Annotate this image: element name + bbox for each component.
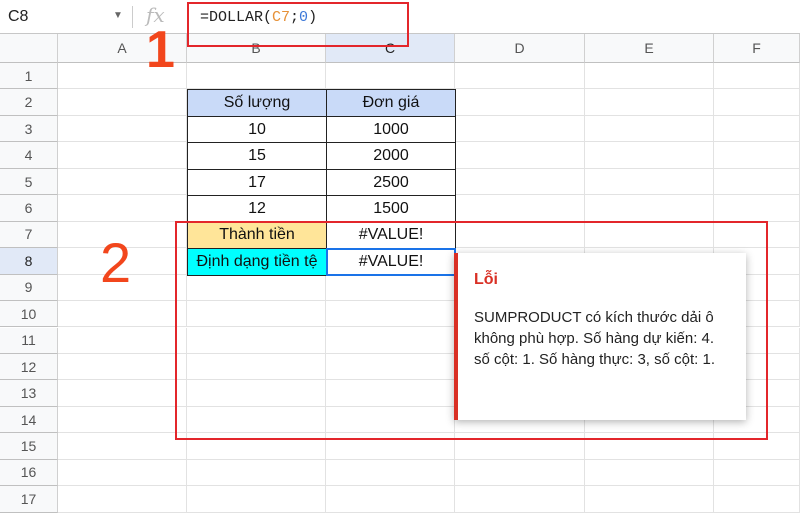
annotation-number-2: 2 [100, 231, 132, 294]
cell[interactable] [714, 168, 800, 196]
cell[interactable] [58, 195, 187, 222]
column-header-D[interactable]: D [455, 34, 585, 63]
cell[interactable] [714, 89, 800, 116]
row-header-4[interactable]: 4 [0, 142, 58, 169]
cell[interactable] [585, 115, 714, 143]
row-header-12[interactable]: 12 [0, 353, 58, 381]
row-header-9[interactable]: 9 [0, 274, 58, 302]
cell[interactable] [714, 115, 800, 143]
cell[interactable] [455, 142, 585, 169]
annotation-box-1 [187, 2, 409, 47]
row-header-8[interactable]: 8 [0, 248, 58, 275]
annotation-number-1: 1 [146, 21, 175, 79]
cell[interactable] [714, 195, 800, 222]
quantity-cell[interactable]: 15 [187, 142, 327, 170]
cell[interactable] [455, 63, 585, 90]
cell[interactable] [714, 486, 800, 513]
cell[interactable] [585, 142, 714, 169]
price-cell[interactable]: 1000 [326, 115, 456, 144]
row-header-11[interactable]: 11 [0, 327, 58, 354]
row-header-1[interactable]: 1 [0, 63, 58, 90]
cell[interactable] [326, 63, 455, 90]
column-header-E[interactable]: E [585, 34, 714, 63]
cell[interactable] [455, 486, 585, 513]
cell[interactable] [58, 433, 187, 460]
cell[interactable] [455, 195, 585, 222]
row-header-3[interactable]: 3 [0, 115, 58, 143]
header-cell-quantity[interactable]: Số lượng [187, 89, 327, 117]
error-tooltip: Lỗi SUMPRODUCT có kích thước dải ô không… [454, 253, 746, 420]
cell[interactable] [58, 142, 187, 169]
cell[interactable] [585, 168, 714, 196]
row-header-16[interactable]: 16 [0, 459, 58, 487]
error-title: Lỗi [474, 271, 498, 288]
cell[interactable] [58, 168, 187, 196]
row-header-13[interactable]: 13 [0, 380, 58, 407]
cell[interactable] [58, 380, 187, 407]
row-header-6[interactable]: 6 [0, 195, 58, 222]
column-header-F[interactable]: F [714, 34, 800, 63]
cell[interactable] [326, 459, 455, 487]
cell[interactable] [58, 301, 187, 328]
cell[interactable] [714, 459, 800, 487]
cell[interactable] [58, 89, 187, 116]
cell[interactable] [187, 63, 326, 90]
quantity-cell[interactable]: 17 [187, 168, 327, 197]
cell[interactable] [58, 486, 187, 513]
cell[interactable] [585, 89, 714, 116]
select-all-corner[interactable] [0, 34, 58, 63]
price-cell[interactable]: 1500 [326, 195, 456, 223]
header-cell-price[interactable]: Đơn giá [326, 89, 456, 117]
chevron-down-icon[interactable]: ▼ [113, 10, 123, 21]
cell[interactable] [714, 142, 800, 169]
cell[interactable] [714, 63, 800, 90]
cell[interactable] [585, 486, 714, 513]
cell[interactable] [58, 459, 187, 487]
quantity-cell[interactable]: 10 [187, 115, 327, 144]
cell[interactable] [455, 459, 585, 487]
cell[interactable] [187, 459, 326, 487]
cell[interactable] [455, 115, 585, 143]
cell[interactable] [58, 327, 187, 354]
quantity-cell[interactable]: 12 [187, 195, 327, 223]
cell[interactable] [187, 486, 326, 513]
row-header-2[interactable]: 2 [0, 89, 58, 116]
row-header-5[interactable]: 5 [0, 168, 58, 196]
price-cell[interactable]: 2000 [326, 142, 456, 170]
divider [132, 6, 133, 28]
cell[interactable] [326, 486, 455, 513]
cell[interactable] [455, 168, 585, 196]
row-header-10[interactable]: 10 [0, 301, 58, 328]
row-header-15[interactable]: 15 [0, 433, 58, 460]
row-header-7[interactable]: 7 [0, 221, 58, 249]
row-header-17[interactable]: 17 [0, 486, 58, 513]
cell[interactable] [585, 195, 714, 222]
error-message: SUMPRODUCT có kích thước dải ô không phù… [474, 309, 716, 368]
cell[interactable] [455, 89, 585, 116]
cell[interactable] [58, 353, 187, 381]
cell[interactable] [58, 406, 187, 434]
cell[interactable] [585, 459, 714, 487]
cell[interactable] [585, 63, 714, 90]
price-cell[interactable]: 2500 [326, 168, 456, 197]
row-header-14[interactable]: 14 [0, 406, 58, 434]
cell[interactable] [58, 115, 187, 143]
name-box[interactable]: C8 [8, 8, 28, 26]
